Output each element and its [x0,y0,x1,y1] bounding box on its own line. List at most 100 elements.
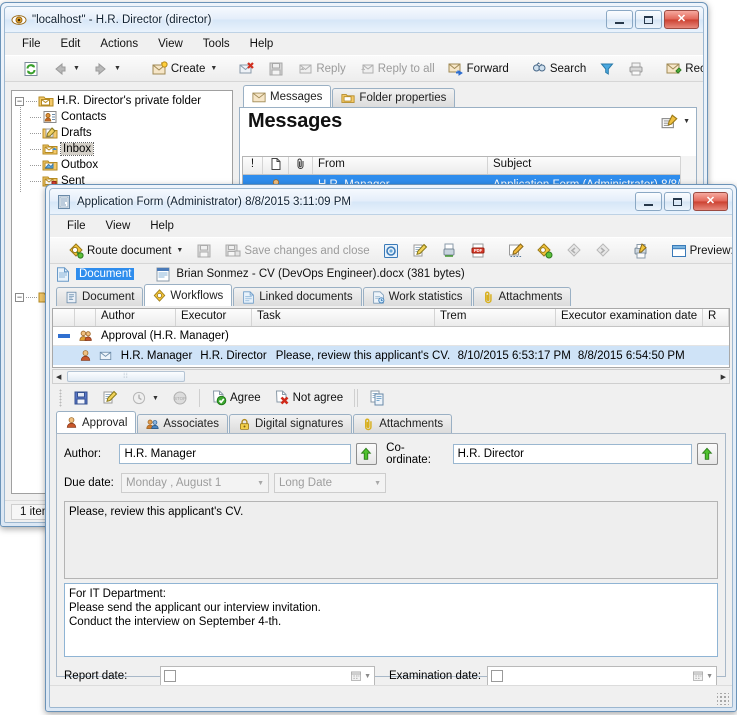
tab-attachments[interactable]: Attachments [472,287,572,306]
menu-file[interactable]: File [13,35,50,53]
menu-help[interactable]: Help [241,35,283,53]
subtab-digital-signatures[interactable]: Digital signatures [229,414,353,433]
scan-button[interactable] [436,240,462,262]
report-date-field[interactable]: ▼ [160,666,375,686]
view-options-icon[interactable] [661,113,679,131]
workflow-hscrollbar[interactable]: ◀ ⦙⦙ ▶ [52,369,730,384]
pdf-button[interactable]: PDF [465,240,491,262]
col-author[interactable]: Author [96,309,176,326]
due-date-format-select[interactable]: Long Date ▼ [274,473,386,493]
scroll-left-arrow[interactable]: ◀ [53,373,64,381]
col-from[interactable]: From [313,157,488,174]
scroll-thumb[interactable]: ⦙⦙ [67,371,185,382]
back-button[interactable]: ▼ [47,58,85,80]
prev-button[interactable] [561,240,587,262]
maximize-button[interactable] [635,10,662,29]
col-attachment[interactable] [289,157,313,174]
menu-edit[interactable]: Edit [52,35,90,53]
col-r[interactable]: R [703,309,729,326]
subtab-attachments[interactable]: Attachments [353,414,453,433]
route-document-button[interactable]: Route document ▼ [63,240,188,262]
col-executor[interactable]: Executor [176,309,252,326]
coordinate-field[interactable]: H.R. Director [452,444,692,464]
tab-messages[interactable]: Messages [243,85,332,107]
forward-mail-button[interactable]: Forward [443,58,514,80]
col-importance[interactable]: ! [243,157,263,174]
route-diamond-button[interactable] [532,240,558,262]
examination-date-checkbox[interactable] [491,670,504,682]
subtab-associates[interactable]: Associates [137,414,228,433]
reply-all-button[interactable]: Reply to all [354,58,440,80]
dialog-close-button[interactable]: ✕ [693,192,728,211]
col-subject[interactable]: Subject [488,157,693,174]
dialog-menu-file[interactable]: File [58,217,95,235]
calendar-icon[interactable] [692,670,704,682]
stop-button[interactable]: STOP [167,387,193,409]
coordinate-picker-button[interactable] [696,443,718,465]
tree-item-private-folder[interactable]: − H.R. Director's private folder [12,93,232,109]
author-picker-button[interactable] [355,443,378,465]
author-field[interactable]: H.R. Manager [119,444,351,464]
approval-save-button[interactable] [68,387,94,409]
refresh-circle-button[interactable] [378,240,404,262]
tree-item-outbox[interactable]: Outbox [12,157,232,173]
due-date-field[interactable]: Monday , August 1 ▼ [121,473,269,493]
tab-work-statistics[interactable]: Work statistics [362,287,472,306]
minimize-button[interactable] [606,10,633,29]
reply-button[interactable]: Reply [292,58,350,80]
history-button[interactable]: ▼ [126,387,164,409]
dialog-minimize-button[interactable] [635,192,662,211]
tab-document[interactable]: Document [56,287,144,306]
filter-button[interactable] [594,58,620,80]
tree-expander-2[interactable]: − [15,292,24,302]
group-expander[interactable] [53,334,75,338]
tree-item-contacts[interactable]: Contacts [12,109,232,125]
edit-note-button[interactable] [407,240,433,262]
tab-workflows[interactable]: Workflows [144,284,233,306]
menu-tools[interactable]: Tools [194,35,239,53]
resize-grip[interactable] [717,693,729,705]
copy-button[interactable] [364,387,390,409]
print-preview-button[interactable] [628,240,654,262]
menu-view[interactable]: View [149,35,192,53]
subtab-approval[interactable]: Approval [56,411,137,433]
search-button[interactable]: Search [526,58,591,80]
save-button[interactable] [263,58,289,80]
tree-item-drafts[interactable]: Drafts [12,125,232,141]
preview-position-button[interactable]: Preview: Bottom [666,240,732,262]
calendar-icon[interactable] [350,670,362,682]
dialog-menu-view[interactable]: View [97,217,140,235]
workflow-grid[interactable]: Author Executor Task Trem Executor exami… [52,308,730,368]
not-agree-button[interactable]: Not agree [269,387,349,409]
dialog-menu-help[interactable]: Help [141,217,183,235]
approval-edit-button[interactable] [97,387,123,409]
delete-mail-button[interactable] [234,58,260,80]
view-options-caret[interactable]: ▼ [683,118,690,125]
tab-folder-properties[interactable]: Folder properties [332,88,456,107]
sign-button[interactable] [503,240,529,262]
col-executor-examination-date[interactable]: Executor examination date [556,309,703,326]
breadcrumb-chip[interactable]: Document [76,268,135,280]
comment-textarea[interactable]: For IT Department: Please send the appli… [64,583,718,657]
scroll-right-arrow[interactable]: ▶ [718,373,729,381]
close-button[interactable]: ✕ [664,10,699,29]
next-button[interactable] [590,240,616,262]
examination-date-field[interactable]: ▼ [487,666,718,686]
col-document[interactable] [263,157,289,174]
menu-actions[interactable]: Actions [91,35,147,53]
dialog-maximize-button[interactable] [664,192,691,211]
agree-button[interactable]: Agree [206,387,266,409]
tab-linked-documents[interactable]: Linked documents [233,287,362,306]
save-changes-and-close-button[interactable]: Save changes and close [220,240,374,262]
create-button[interactable]: Create ▼ [147,58,222,80]
table-row[interactable]: H.R. Manager H.R. Director Please, revie… [53,346,729,365]
action-toolbar-grip[interactable] [59,389,62,407]
print-button[interactable] [623,58,649,80]
workflow-group-row[interactable]: Approval (H.R. Manager) [53,327,729,346]
tree-item-inbox[interactable]: Inbox [12,141,232,157]
tree-expander[interactable]: − [15,96,24,106]
refresh-button[interactable] [18,58,44,80]
receive-mail-button[interactable]: Receive mail [661,58,703,80]
dialog-save-button[interactable] [191,240,217,262]
forward-button[interactable]: ▼ [88,58,126,80]
